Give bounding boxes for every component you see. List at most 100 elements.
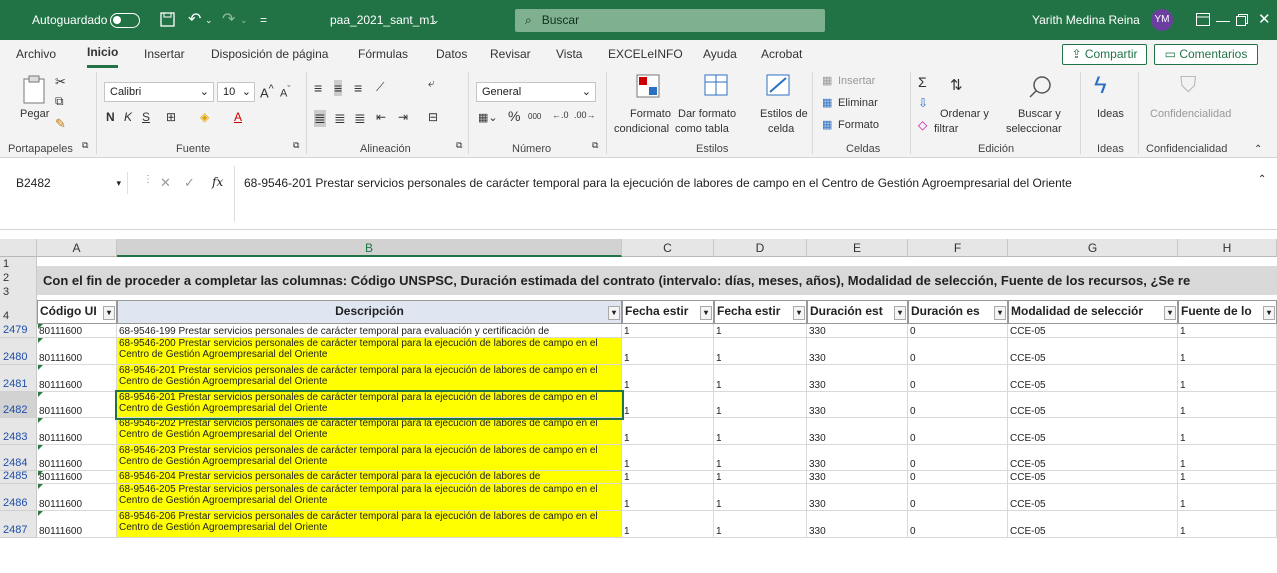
table-cell[interactable]: 1 — [1178, 471, 1277, 484]
table-header-cell[interactable]: Código UI ▾ — [37, 300, 117, 324]
error-indicator-icon[interactable] — [38, 324, 43, 329]
column-header-d[interactable]: D — [714, 239, 807, 257]
instruction-banner[interactable]: Con el fin de proceder a completar las c… — [37, 266, 1277, 295]
table-cell[interactable]: 330 — [807, 418, 908, 445]
code-cell[interactable]: 80111600 — [37, 338, 117, 365]
description-cell[interactable]: 68-9546-205 Prestar servicios personales… — [117, 484, 622, 511]
error-indicator-icon[interactable] — [38, 338, 43, 343]
filter-dropdown-icon[interactable]: ▾ — [103, 306, 115, 320]
undo-icon[interactable]: ↶ — [188, 0, 201, 40]
table-cell[interactable]: 0 — [908, 324, 1008, 338]
close-icon[interactable]: ✕ — [1258, 0, 1271, 40]
table-cell[interactable]: 1 — [1178, 392, 1277, 418]
filter-dropdown-icon[interactable]: ▾ — [994, 306, 1006, 320]
customize-toolbar-icon[interactable]: = — [260, 0, 267, 40]
filter-dropdown-icon[interactable]: ▾ — [608, 306, 620, 320]
error-indicator-icon[interactable] — [38, 365, 43, 370]
format-table-icon[interactable] — [704, 74, 730, 98]
table-cell[interactable]: 0 — [908, 338, 1008, 365]
format-cells-label[interactable]: Formato — [838, 119, 879, 131]
table-cell[interactable]: 330 — [807, 338, 908, 365]
number-format-select[interactable]: General ⌄ — [476, 82, 596, 102]
sort-filter-label[interactable]: Ordenar y — [940, 108, 989, 120]
table-cell[interactable]: 0 — [908, 418, 1008, 445]
table-cell[interactable]: 1 — [1178, 365, 1277, 392]
decrease-indent-icon[interactable]: ⇤ — [376, 110, 386, 124]
table-cell[interactable]: 0 — [908, 365, 1008, 392]
code-cell[interactable]: 80111600 — [37, 392, 117, 418]
column-header-g[interactable]: G — [1008, 239, 1178, 257]
paste-icon[interactable] — [22, 74, 48, 104]
cell-styles-icon[interactable] — [766, 74, 792, 98]
description-cell[interactable]: 68-9546-203 Prestar servicios personales… — [117, 445, 622, 471]
table-cell[interactable]: 1 — [714, 365, 807, 392]
code-cell[interactable]: 80111600 — [37, 365, 117, 392]
table-cell[interactable]: 1 — [714, 392, 807, 418]
decrease-font-icon[interactable]: Aˇ — [280, 84, 290, 100]
cut-icon[interactable]: ✂ — [55, 74, 66, 90]
table-cell[interactable]: 0 — [908, 392, 1008, 418]
table-cell[interactable]: 1 — [622, 511, 714, 538]
percent-icon[interactable]: % — [508, 108, 520, 124]
clear-icon[interactable]: ◇ — [918, 118, 927, 132]
code-cell[interactable]: 80111600 — [37, 445, 117, 471]
table-cell[interactable]: 1 — [714, 324, 807, 338]
tab-inicio[interactable]: Inicio — [87, 40, 119, 68]
font-color-icon[interactable]: A — [234, 110, 242, 124]
table-cell[interactable]: CCE-05 — [1008, 324, 1178, 338]
table-cell[interactable]: 330 — [807, 324, 908, 338]
column-header-f[interactable]: F — [908, 239, 1008, 257]
restore-icon[interactable] — [1236, 14, 1248, 26]
table-cell[interactable]: 1 — [714, 484, 807, 511]
find-select-icon[interactable] — [1028, 74, 1054, 100]
table-cell[interactable]: 1 — [1178, 338, 1277, 365]
table-cell[interactable]: CCE-05 — [1008, 418, 1178, 445]
table-cell[interactable]: 330 — [807, 511, 908, 538]
row-header[interactable]: 2483 — [0, 418, 37, 445]
row-header[interactable]: 2484 — [0, 445, 37, 471]
table-header-cell[interactable]: Descripción ▾ — [117, 300, 622, 324]
comma-style-icon[interactable]: 000 — [528, 112, 541, 121]
table-cell[interactable]: 0 — [908, 471, 1008, 484]
error-indicator-icon[interactable] — [38, 418, 43, 423]
format-table-label-2[interactable]: como tabla — [675, 123, 729, 135]
table-cell[interactable]: 1 — [622, 392, 714, 418]
row-header[interactable]: 2486 — [0, 484, 37, 511]
table-cell[interactable]: CCE-05 — [1008, 365, 1178, 392]
enter-icon[interactable]: ✓ — [184, 175, 195, 191]
file-name[interactable]: paa_2021_sant_m1 — [330, 0, 436, 40]
tab-exceleinfo[interactable]: EXCELeINFO — [608, 40, 683, 68]
table-cell[interactable]: 1 — [714, 471, 807, 484]
table-cell[interactable]: 1 — [622, 471, 714, 484]
paste-label[interactable]: Pegar — [20, 108, 49, 120]
description-cell[interactable]: 68-9546-206 Prestar servicios personales… — [117, 511, 622, 538]
comments-button[interactable]: ▭ Comentarios — [1154, 44, 1258, 65]
font-size-select[interactable]: 10 ⌄ — [217, 82, 255, 102]
error-indicator-icon[interactable] — [38, 484, 43, 489]
table-cell[interactable]: 330 — [807, 471, 908, 484]
row-header-3[interactable]: 3 — [0, 286, 37, 298]
error-indicator-icon[interactable] — [38, 471, 43, 476]
description-cell[interactable]: 68-9546-201 Prestar servicios personales… — [117, 365, 622, 392]
description-cell[interactable]: 68-9546-201 Prestar servicios personales… — [115, 390, 624, 420]
alignment-launcher-icon[interactable]: ⧉ — [456, 140, 462, 151]
format-cells-icon[interactable]: ▦ — [822, 118, 832, 131]
row-header[interactable]: 2480 — [0, 338, 37, 365]
table-cell[interactable]: 330 — [807, 365, 908, 392]
description-cell[interactable]: 68-9546-200 Prestar servicios personales… — [117, 338, 622, 365]
code-cell[interactable]: 80111600 — [37, 511, 117, 538]
increase-font-icon[interactable]: A^ — [260, 83, 274, 100]
worksheet-grid[interactable]: ABCDEFGH 1 2 3 Con el fin de proceder a … — [0, 230, 1277, 573]
formula-input[interactable]: 68-9546-201 Prestar servicios personales… — [244, 172, 1072, 194]
format-painter-icon[interactable]: ✎ — [55, 116, 66, 132]
name-box[interactable]: B2482 ▾ — [8, 172, 128, 194]
fill-icon[interactable]: ⇩ — [918, 96, 928, 110]
avatar[interactable]: YM — [1151, 9, 1173, 31]
find-select-label[interactable]: Buscar y — [1018, 108, 1061, 120]
save-icon[interactable] — [160, 12, 176, 28]
align-bottom-icon[interactable]: ≡ — [354, 80, 362, 96]
delete-cells-label[interactable]: Eliminar — [838, 97, 878, 109]
cell-styles-label-2[interactable]: celda — [768, 123, 794, 135]
tab-vista[interactable]: Vista — [556, 40, 582, 68]
table-cell[interactable]: CCE-05 — [1008, 392, 1178, 418]
